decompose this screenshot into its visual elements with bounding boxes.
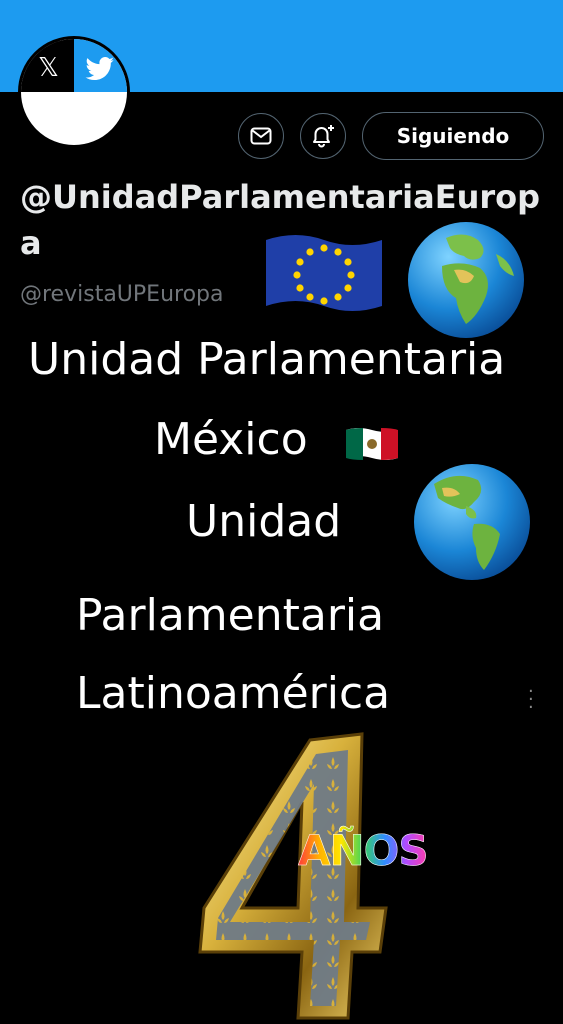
overlay-line-parlamentaria: Parlamentaria (76, 590, 385, 641)
more-options-icon[interactable]: · · · (528, 683, 534, 717)
badge-number: 4 (172, 900, 174, 902)
globe-americas-icon (414, 464, 530, 580)
handle: @revistaUPEuropa (20, 282, 224, 307)
envelope-icon (250, 127, 272, 145)
x-logo-icon: 𝕏 (38, 53, 59, 83)
overlay-line-latinoamerica: Latinoamérica (76, 668, 391, 719)
avatar[interactable]: 𝕏 (18, 36, 130, 148)
overlay-line-mexico: México (154, 414, 308, 465)
globe-europe-africa-icon (408, 222, 524, 338)
mexico-flag-icon (346, 428, 398, 460)
notifications-button[interactable] (300, 113, 346, 159)
message-button[interactable] (238, 113, 284, 159)
gold-number-four (198, 732, 388, 1020)
following-button[interactable]: Siguiendo (362, 112, 544, 160)
overlay-line-unidad: Unidad (186, 496, 342, 547)
bell-plus-icon (313, 125, 334, 148)
anos-badge: AÑOS (298, 826, 429, 876)
twitter-bird-icon (85, 57, 114, 81)
overlay-line-unidad-parlamentaria: Unidad Parlamentaria (28, 334, 506, 385)
european-union-flag-icon (266, 235, 382, 311)
